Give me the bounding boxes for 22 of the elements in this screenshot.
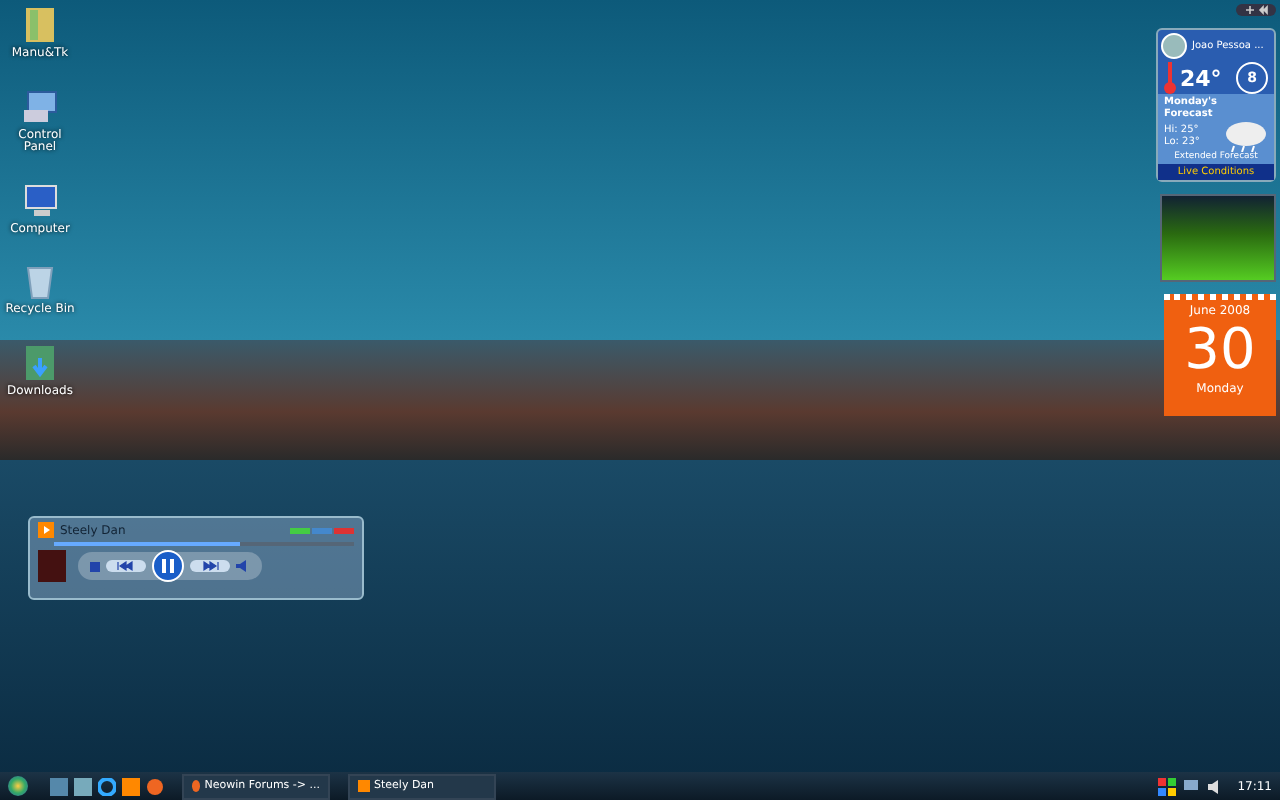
start-button[interactable] [8,776,28,796]
media-player-icon [38,522,54,538]
folder-icon [20,4,60,44]
level-meter-icon [290,527,354,533]
temperature: 24° [1180,65,1222,91]
control-panel-icon [20,85,60,126]
monitor-icon [20,179,60,220]
media-player-icon[interactable] [122,777,140,795]
download-folder-icon [20,341,60,382]
pause-button[interactable] [152,550,184,582]
stop-button[interactable] [90,561,100,571]
rain-cloud-icon [1224,120,1268,152]
grass-photo [1160,194,1276,282]
next-button[interactable] [190,560,230,572]
windows-flag-icon[interactable] [1157,777,1176,795]
globe-icon [1160,32,1188,60]
thermometer-icon [1164,62,1176,94]
album-art [38,550,66,582]
calendar-day: 30 [1184,318,1256,382]
previous-button[interactable] [106,560,146,572]
gadget-controls[interactable] [1236,4,1276,16]
speaker-icon[interactable] [1205,777,1224,795]
